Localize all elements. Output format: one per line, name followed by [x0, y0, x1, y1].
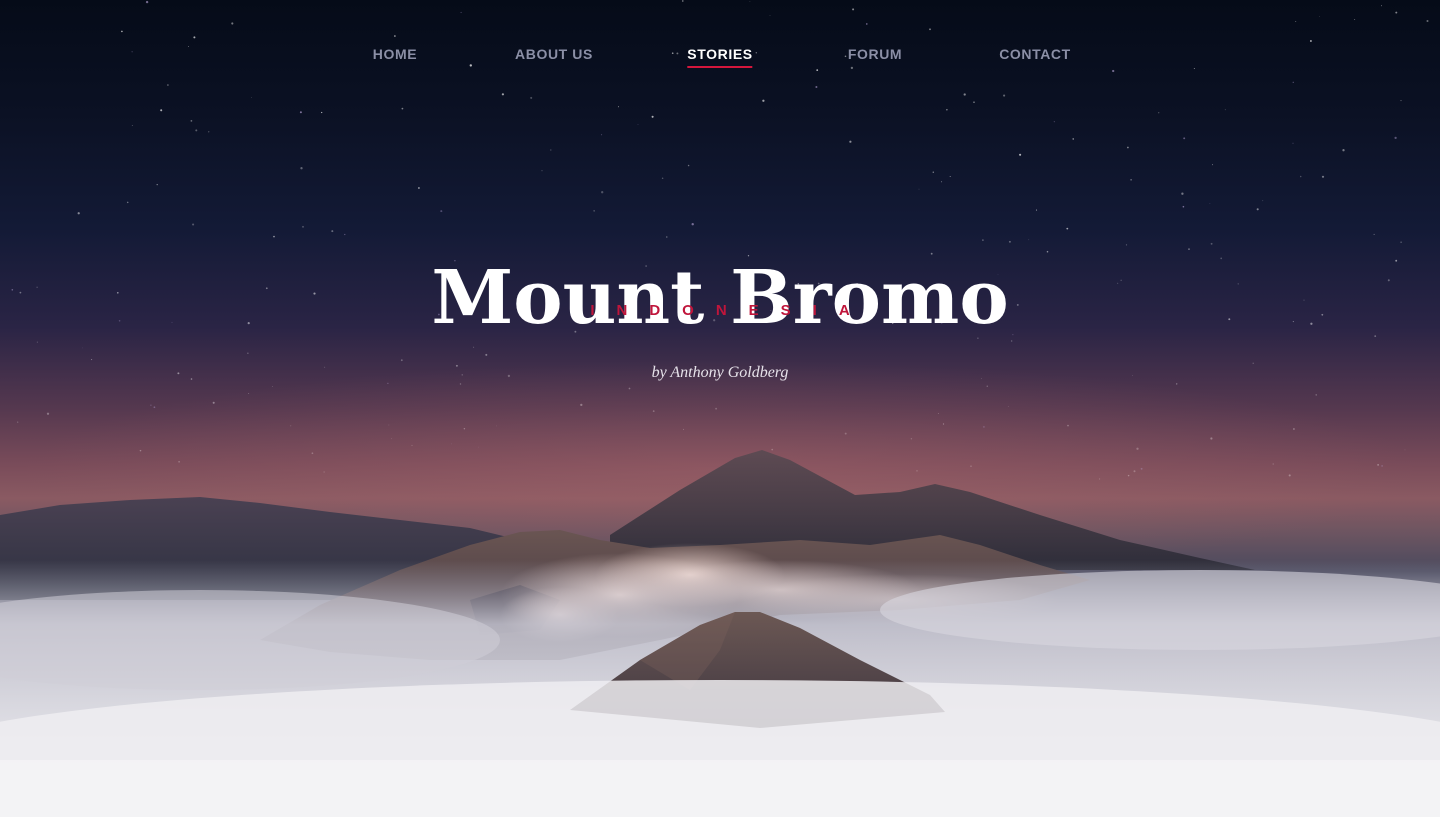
volcano-landscape-image	[0, 360, 1440, 817]
nav-item-about-us-label: ABOUT US	[515, 46, 593, 62]
nav-item-contact[interactable]: CONTACT	[999, 46, 1071, 66]
author-byline: by Anthony Goldberg	[651, 364, 789, 381]
hero-section: HOME ABOUT US STORIES FORUM CONTACT Moun…	[0, 0, 1440, 817]
nav-item-about-us[interactable]: ABOUT US	[515, 46, 593, 66]
page-title: Mount Bromo	[431, 254, 1009, 341]
nav-item-stories[interactable]: STORIES	[687, 46, 753, 68]
main-nav: HOME ABOUT US STORIES FORUM CONTACT	[0, 0, 1440, 110]
nav-item-forum[interactable]: FORUM	[848, 46, 902, 66]
nav-item-home[interactable]: HOME	[373, 46, 417, 66]
nav-item-forum-label: FORUM	[847, 46, 903, 62]
active-nav-indicator	[687, 66, 753, 68]
nav-item-contact-label: CONTACT	[999, 46, 1071, 62]
nav-item-stories-label: STORIES	[687, 46, 753, 62]
nav-item-home-label: HOME	[372, 46, 418, 62]
location-subtitle: INDONESIA	[590, 302, 872, 319]
